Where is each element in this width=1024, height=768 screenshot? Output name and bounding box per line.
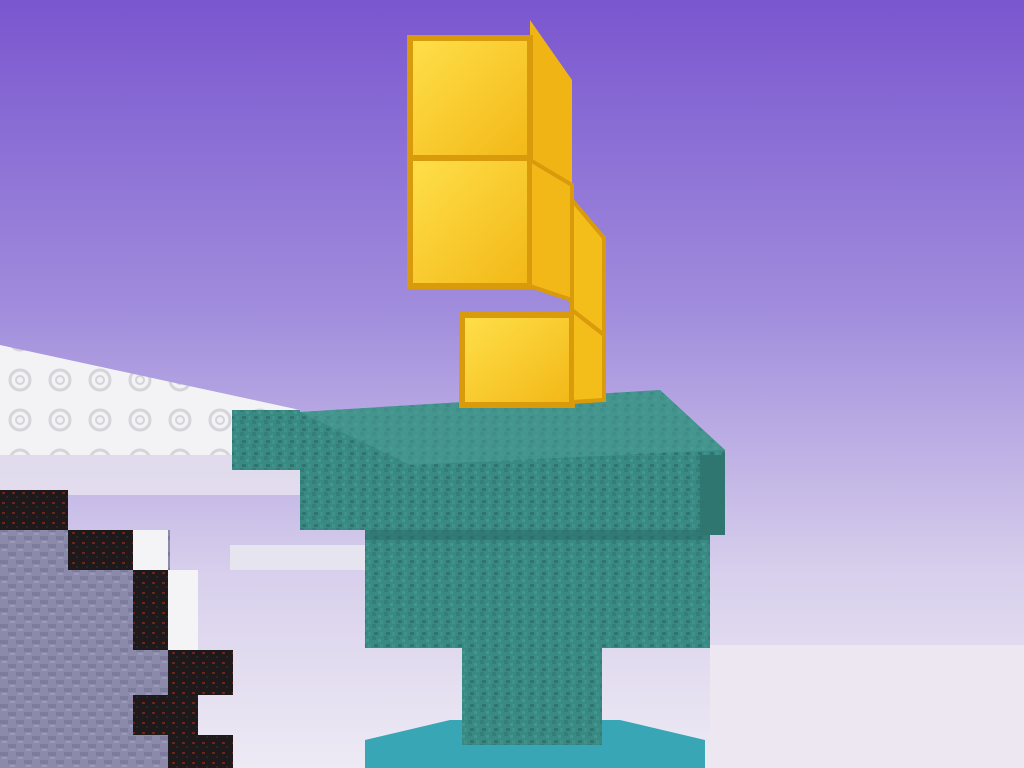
- warped-edge-block[interactable]: [232, 410, 300, 470]
- gold-block-side: [528, 156, 574, 303]
- teal-stone-block[interactable]: [365, 530, 710, 648]
- teal-stone-block[interactable]: [700, 455, 725, 535]
- teal-stone-block-shadow: [365, 530, 710, 540]
- blackstone-block[interactable]: [168, 735, 233, 768]
- glass-strip: [230, 545, 365, 570]
- gold-block[interactable]: [407, 155, 533, 289]
- blackstone-block[interactable]: [168, 650, 233, 695]
- world-scene[interactable]: [0, 0, 1024, 768]
- distant-white-block: [710, 645, 1024, 768]
- teal-stone-block[interactable]: [462, 645, 602, 745]
- white-block[interactable]: [133, 530, 168, 570]
- blackstone-block[interactable]: [133, 695, 198, 735]
- gold-block-column[interactable]: [407, 20, 606, 408]
- blackstone-block[interactable]: [0, 490, 68, 530]
- stone-wall-structure[interactable]: [0, 490, 233, 768]
- game-viewport[interactable]: [0, 0, 1024, 768]
- white-block[interactable]: [168, 570, 198, 650]
- blackstone-block[interactable]: [133, 570, 168, 650]
- gold-block[interactable]: [459, 312, 575, 408]
- gold-block[interactable]: [407, 35, 533, 163]
- blackstone-block[interactable]: [68, 530, 133, 570]
